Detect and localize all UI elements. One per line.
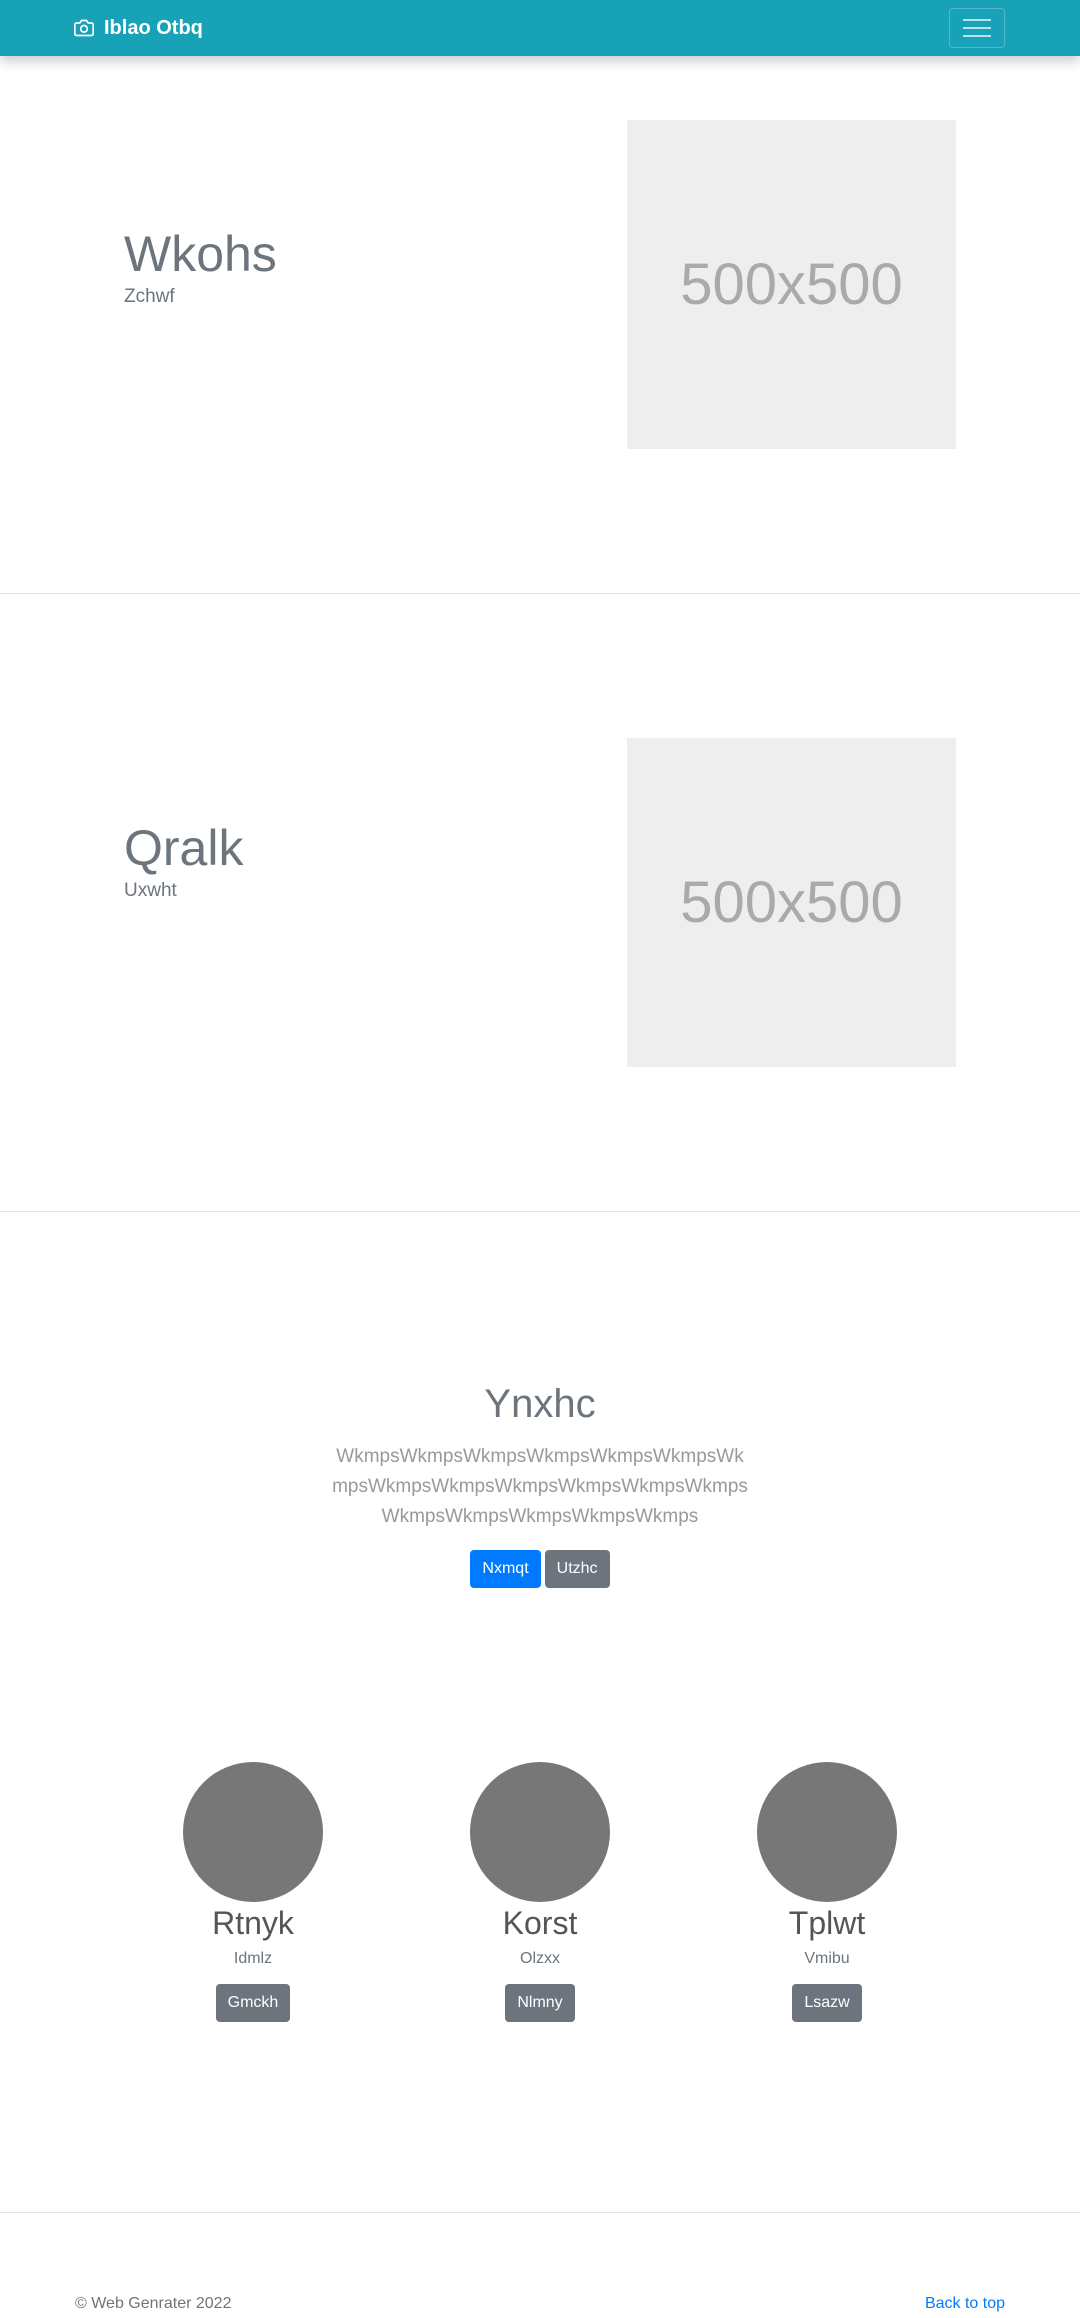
navbar: Iblao Otbq bbox=[0, 0, 1080, 56]
feature-text-2: Qralk Uxwht bbox=[124, 818, 243, 902]
card-button[interactable]: Lsazw bbox=[792, 1984, 862, 2023]
card-name: Rtnyk bbox=[212, 1905, 294, 1941]
jumbotron-lead: WkmpsWkmpsWkmpsWkmpsWkmpsWkmpsWkmpsWkmps… bbox=[332, 1446, 748, 1527]
team-cards: Rtnyk Idmlz Gmckh Korst Olzxx Nlmny Tplw… bbox=[0, 1762, 1080, 2032]
avatar bbox=[183, 1762, 323, 1902]
brand-link[interactable]: Iblao Otbq bbox=[74, 14, 203, 42]
feature-subheading: Uxwht bbox=[124, 880, 177, 901]
card-button[interactable]: Gmckh bbox=[215, 1984, 291, 2023]
footer-divider bbox=[0, 2212, 1080, 2213]
primary-button[interactable]: Nxmqt bbox=[470, 1550, 541, 1588]
navbar-toggler-button[interactable] bbox=[949, 8, 1005, 48]
team-card: Korst Olzxx Nlmny bbox=[440, 1762, 640, 2023]
jumbotron-heading: Ynxhc bbox=[484, 1382, 596, 1426]
section-divider bbox=[0, 593, 1080, 594]
feature-heading: Wkohs bbox=[124, 226, 277, 282]
section-divider bbox=[0, 1211, 1080, 1212]
feature-subheading: Zchwf bbox=[124, 286, 175, 307]
jumbotron-buttons: Nxmqt Utzhc bbox=[0, 1550, 1080, 1588]
placeholder-label: 500x500 bbox=[680, 252, 903, 317]
secondary-button[interactable]: Utzhc bbox=[544, 1550, 610, 1588]
feature-heading: Qralk bbox=[124, 820, 244, 876]
feature-image-placeholder: 500x500 bbox=[627, 738, 956, 1067]
hamburger-menu-icon bbox=[963, 19, 991, 37]
card-name: Korst bbox=[502, 1905, 578, 1941]
card-role: Idmlz bbox=[233, 1950, 273, 1968]
team-card: Rtnyk Idmlz Gmckh bbox=[153, 1762, 353, 2023]
avatar bbox=[757, 1762, 897, 1902]
feature-image-placeholder: 500x500 bbox=[627, 120, 956, 449]
jumbotron: Ynxhc WkmpsWkmpsWkmpsWkmpsWkmpsWkmpsWkmp… bbox=[0, 1380, 1080, 1588]
team-card: Tplwt Vmibu Lsazw bbox=[727, 1762, 927, 2023]
camera-icon bbox=[74, 19, 94, 37]
avatar bbox=[470, 1762, 610, 1902]
brand-name: Iblao Otbq bbox=[104, 16, 203, 39]
placeholder-label: 500x500 bbox=[680, 870, 903, 935]
card-name: Tplwt bbox=[788, 1905, 866, 1941]
card-role: Olzxx bbox=[520, 1950, 560, 1968]
footer-copyright: © Web Genrater 2022 bbox=[75, 2295, 232, 2312]
feature-text-1: Wkohs Zchwf bbox=[124, 224, 277, 308]
back-to-top-link[interactable]: Back to top bbox=[925, 2295, 1005, 2313]
card-role: Vmibu bbox=[804, 1950, 850, 1968]
card-button[interactable]: Nlmny bbox=[505, 1984, 575, 2023]
